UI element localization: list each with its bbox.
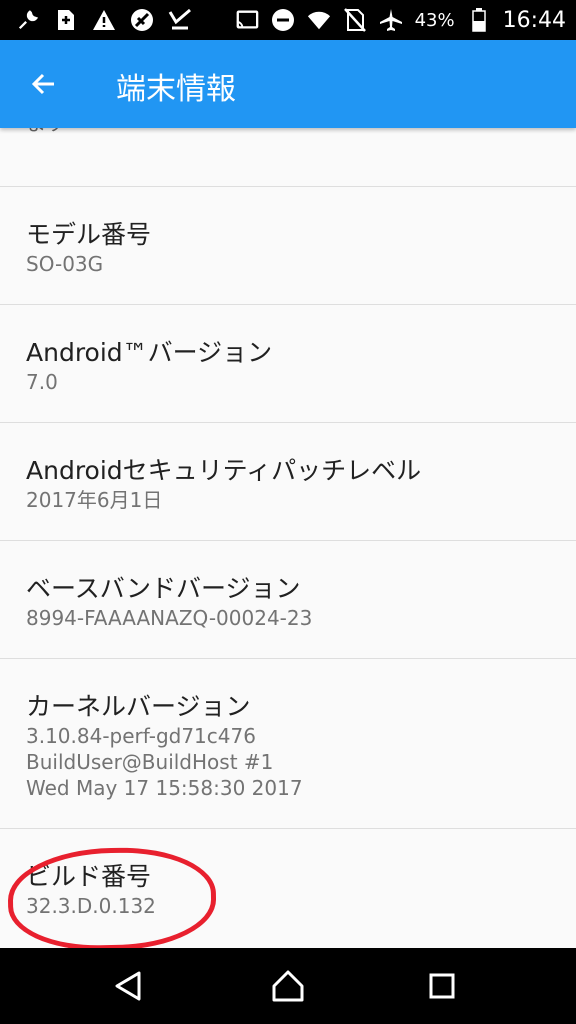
nav-home-button[interactable] [268, 966, 308, 1006]
item-title: カーネルバージョン [26, 692, 251, 721]
item-subtitle-line: 3.10.84-perf-gd71c476 [26, 724, 256, 748]
item-subtitle-line: Wed May 17 15:58:30 2017 [26, 776, 303, 800]
signal-off-icon [130, 8, 154, 32]
sim-icon [54, 8, 78, 32]
arrow-back-icon [31, 73, 54, 95]
item-title: モデル番号 [26, 220, 152, 249]
app-bar: 端末情報 [0, 40, 576, 128]
item-subtitle: 8994-FAAAANAZQ-00024-23 [26, 606, 313, 630]
warning-icon [92, 8, 116, 32]
no-sim-icon [343, 8, 367, 32]
back-button[interactable] [22, 62, 66, 106]
status-bar: 43% 16:44 [0, 0, 576, 40]
settings-list[interactable]: ます モデル番号 SO-03G Android™バージョン 7.0 Androi… [0, 128, 576, 948]
cast-icon [235, 8, 259, 32]
navigation-bar [0, 948, 576, 1024]
partial-list-item[interactable]: ます [26, 128, 546, 138]
back-icon [115, 971, 141, 1001]
do-not-disturb-icon [271, 8, 295, 32]
wrench-icon [16, 8, 40, 32]
nav-recents-button[interactable] [422, 966, 462, 1006]
item-title: ベースバンドバージョン [26, 574, 301, 603]
list-item-kernel-version[interactable]: カーネルバージョン 3.10.84-perf-gd71c476 BuildUse… [0, 658, 576, 828]
list-item-security-patch[interactable]: Androidセキュリティパッチレベル 2017年6月1日 [0, 422, 576, 540]
airplane-icon [379, 8, 403, 32]
list-item-baseband-version[interactable]: ベースバンドバージョン 8994-FAAAANAZQ-00024-23 [0, 540, 576, 658]
check-mark-icon [168, 8, 192, 32]
item-title: Android™バージョン [26, 338, 273, 367]
home-icon [272, 970, 304, 1002]
wifi-icon [307, 8, 331, 32]
battery-icon [467, 8, 491, 32]
item-subtitle: SO-03G [26, 252, 104, 276]
list-item-model-number[interactable]: モデル番号 SO-03G [0, 186, 576, 304]
battery-percent: 43% [414, 9, 455, 31]
item-subtitle-line: BuildUser@BuildHost #1 [26, 750, 274, 774]
item-title: Androidセキュリティパッチレベル [26, 456, 422, 485]
partial-item-text: ます [26, 128, 546, 138]
page-title: 端末情報 [116, 72, 236, 107]
list-item-android-version[interactable]: Android™バージョン 7.0 [0, 304, 576, 422]
clock: 16:44 [502, 7, 566, 33]
nav-back-button[interactable] [108, 966, 148, 1006]
recents-icon [429, 973, 455, 999]
item-subtitle: 7.0 [26, 370, 58, 394]
item-subtitle: 2017年6月1日 [26, 488, 163, 512]
